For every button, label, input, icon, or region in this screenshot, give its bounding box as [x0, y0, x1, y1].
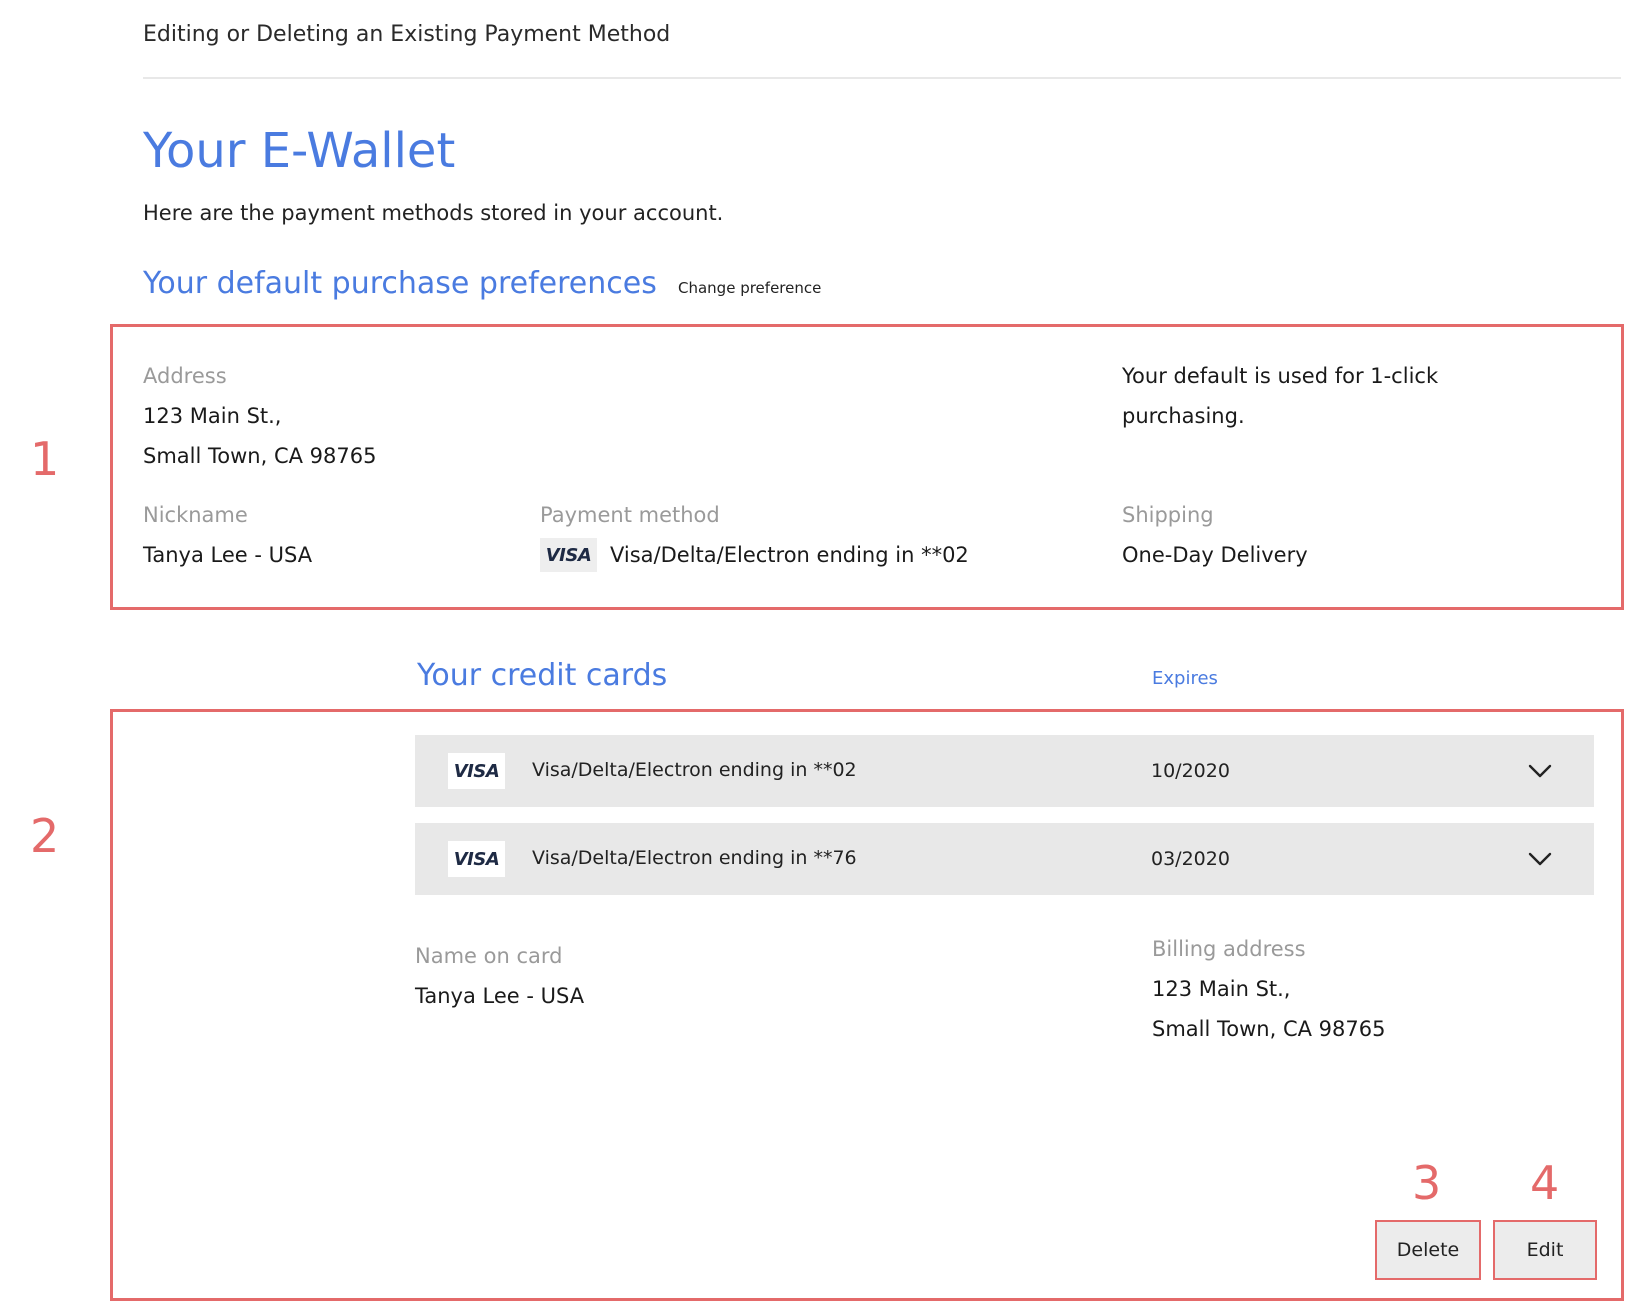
annotation-number-2: 2: [30, 809, 60, 863]
nickname-label: Nickname: [143, 503, 248, 527]
chevron-down-icon[interactable]: [1528, 852, 1552, 866]
shipping-value: One-Day Delivery: [1122, 543, 1308, 567]
default-note-line-2: purchasing.: [1122, 404, 1245, 428]
address-label: Address: [143, 364, 227, 388]
nickname-value: Tanya Lee - USA: [143, 543, 313, 567]
change-preference-link[interactable]: Change preference: [678, 279, 821, 297]
address-line-1: 123 Main St.,: [143, 404, 282, 428]
address-line-2: Small Town, CA 98765: [143, 444, 377, 468]
shipping-label: Shipping: [1122, 503, 1214, 527]
credit-card-row-1[interactable]: VISA Visa/Delta/Electron ending in **02 …: [415, 735, 1594, 807]
annotation-number-1: 1: [30, 432, 60, 486]
header-divider: [143, 77, 1621, 79]
card-expiry: 10/2020: [1151, 760, 1230, 782]
delete-button[interactable]: Delete: [1375, 1220, 1481, 1280]
name-on-card-value: Tanya Lee - USA: [415, 984, 585, 1008]
payment-method-value: Visa/Delta/Electron ending in **02: [610, 543, 969, 567]
visa-logo-icon: VISA: [448, 841, 505, 877]
name-on-card-label: Name on card: [415, 944, 563, 968]
billing-address-label: Billing address: [1152, 937, 1306, 961]
page-title: Your E-Wallet: [143, 123, 456, 179]
card-expiry: 03/2020: [1151, 848, 1230, 870]
chevron-down-icon[interactable]: [1528, 764, 1552, 778]
default-note-line-1: Your default is used for 1-click: [1122, 364, 1439, 388]
card-description: Visa/Delta/Electron ending in **02: [532, 759, 857, 781]
document-title: Editing or Deleting an Existing Payment …: [143, 22, 671, 47]
annotation-number-3: 3: [1412, 1156, 1442, 1210]
page-intro: Here are the payment methods stored in y…: [143, 201, 724, 225]
payment-method-label: Payment method: [540, 503, 720, 527]
visa-logo-icon: VISA: [448, 753, 505, 789]
billing-address-line-1: 123 Main St.,: [1152, 977, 1291, 1001]
credit-cards-heading: Your credit cards: [417, 658, 668, 693]
preferences-heading: Your default purchase preferences: [143, 266, 657, 301]
card-description: Visa/Delta/Electron ending in **76: [532, 847, 857, 869]
edit-button[interactable]: Edit: [1493, 1220, 1597, 1280]
annotation-number-4: 4: [1530, 1156, 1560, 1210]
expires-column-label: Expires: [1152, 668, 1218, 689]
billing-address-line-2: Small Town, CA 98765: [1152, 1017, 1386, 1041]
credit-card-row-2[interactable]: VISA Visa/Delta/Electron ending in **76 …: [415, 823, 1594, 895]
visa-logo-icon: VISA: [540, 538, 597, 572]
